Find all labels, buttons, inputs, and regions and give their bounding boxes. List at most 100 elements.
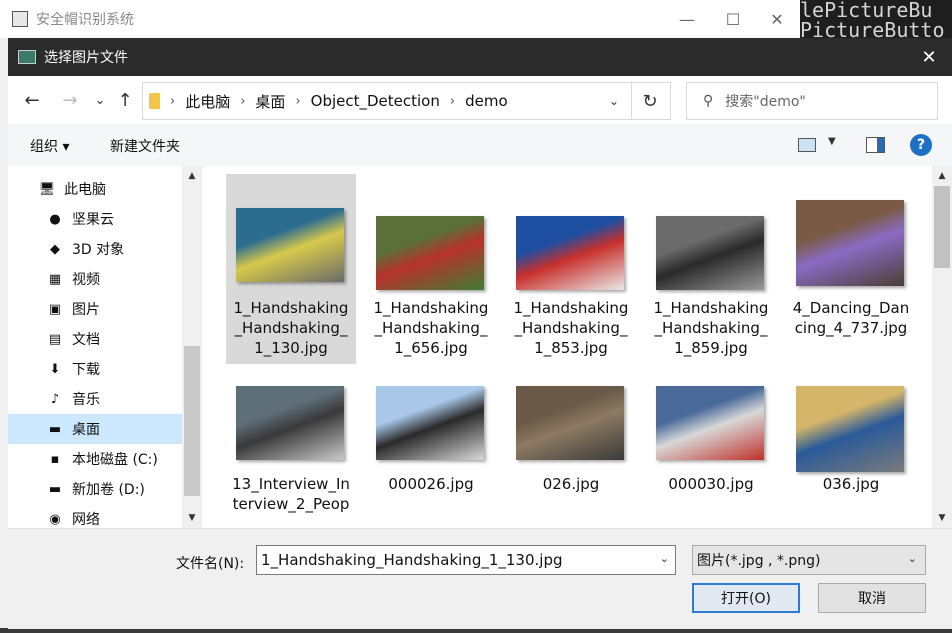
background-close-button[interactable]: ✕	[754, 0, 800, 38]
nav-item[interactable]: ♪ 音乐	[8, 384, 182, 414]
scrollbar-thumb[interactable]	[184, 346, 200, 496]
filename-dropdown-chevron-icon[interactable]: ⌄	[660, 552, 669, 565]
nav-item[interactable]: ▣ 图片	[8, 294, 182, 324]
file-tile[interactable]: 1_Handshaking _Handshaking_ 1_656.jpg	[366, 174, 496, 364]
search-placeholder: 搜索"demo"	[725, 94, 806, 110]
nav-item[interactable]: 🖥 此电脑	[8, 174, 182, 204]
file-tile[interactable]: 036.jpg	[786, 362, 916, 528]
file-list-scrollbar[interactable]: ▲ ▼	[932, 166, 952, 528]
file-tile[interactable]: 1_Handshaking _Handshaking_ 1_859.jpg	[646, 174, 776, 364]
filetype-dropdown-chevron-icon[interactable]: ⌄	[908, 552, 917, 565]
file-tile[interactable]: 000030.jpg	[646, 362, 776, 528]
dialog-titlebar: 选择图片文件 ✕	[8, 38, 952, 76]
network-icon: ◉	[49, 511, 61, 527]
nav-item[interactable]: ▤ 文档	[8, 324, 182, 354]
recent-locations-chevron-icon[interactable]: ⌄	[92, 88, 108, 112]
up-arrow-icon[interactable]: ↑	[114, 88, 136, 112]
new-folder-button[interactable]: 新建文件夹	[110, 136, 180, 156]
nav-item-label: 坚果云	[72, 212, 114, 228]
navigation-scrollbar[interactable]: ▲ ▼	[182, 166, 202, 528]
nav-item-label: 下载	[72, 362, 100, 378]
scroll-down-arrow-icon[interactable]: ▼	[182, 510, 202, 526]
nav-item[interactable]: ▪ 本地磁盘 (C:)	[8, 444, 182, 474]
address-row: ← → ⌄ ↑ › 此电脑 › 桌面 › Object_Detection › …	[8, 76, 952, 124]
image-thumbnail	[796, 200, 904, 286]
file-name-label: 000026.jpg	[366, 474, 496, 494]
refresh-icon[interactable]: ↻	[630, 82, 671, 120]
file-open-dialog: 选择图片文件 ✕ ← → ⌄ ↑ › 此电脑 › 桌面 › Object_Det…	[8, 38, 952, 629]
nav-item[interactable]: ▬ 新加卷 (D:)	[8, 474, 182, 504]
search-input[interactable]: ⚲ 搜索"demo"	[686, 82, 938, 120]
organize-menu-button[interactable]: 组织 ▾	[30, 136, 69, 156]
nav-item[interactable]: ▬ 桌面	[8, 414, 182, 444]
file-name-label: 4_Dancing_Dan cing_4_737.jpg	[786, 298, 916, 338]
app-icon	[12, 11, 28, 27]
file-name-line: cing_4_737.jpg	[794, 319, 908, 337]
file-tile[interactable]: 1_Handshaking _Handshaking_ 1_130.jpg	[226, 174, 356, 364]
scroll-up-arrow-icon[interactable]: ▲	[932, 168, 952, 184]
file-name-line: 026.jpg	[542, 475, 600, 493]
back-arrow-icon[interactable]: ←	[20, 88, 44, 112]
dialog-app-icon	[18, 50, 36, 64]
command-toolbar: 组织 ▾ 新建文件夹 ▼ ?	[8, 124, 952, 167]
file-tile[interactable]: 000026.jpg	[366, 362, 496, 528]
nav-item[interactable]: ● 坚果云	[8, 204, 182, 234]
code-line: PictureButto	[800, 18, 945, 40]
file-name-label: 1_Handshaking _Handshaking_ 1_859.jpg	[646, 298, 776, 358]
breadcrumb-this-pc[interactable]: 此电脑	[185, 91, 230, 112]
nut-cloud-icon: ●	[49, 211, 61, 227]
dialog-close-button[interactable]: ✕	[906, 38, 952, 76]
preview-pane-icon[interactable]	[866, 137, 885, 153]
open-button[interactable]: 打开(O)	[692, 583, 800, 613]
address-bar[interactable]: › 此电脑 › 桌面 › Object_Detection › demo ⌄	[142, 82, 632, 120]
file-tile[interactable]: 1_Handshaking _Handshaking_ 1_853.jpg	[506, 174, 636, 364]
file-name-line: 1_Handshaking	[373, 299, 489, 317]
cancel-button[interactable]: 取消	[818, 583, 926, 613]
image-thumbnail	[236, 208, 344, 282]
view-options-caret-icon[interactable]: ▼	[828, 136, 836, 147]
nav-item-label: 桌面	[72, 422, 100, 438]
file-name-line: 13_Interview_In	[232, 475, 350, 493]
nav-item-label: 新加卷 (D:)	[72, 482, 145, 498]
file-name-line: 000026.jpg	[388, 475, 474, 493]
file-tile[interactable]: 026.jpg	[506, 362, 636, 528]
background-edge	[0, 38, 8, 633]
dialog-title: 选择图片文件	[44, 50, 128, 66]
file-name-line: 1_Handshaking	[513, 299, 629, 317]
help-icon[interactable]: ?	[910, 134, 932, 156]
minimize-button[interactable]: —	[664, 0, 710, 38]
scroll-up-arrow-icon[interactable]: ▲	[182, 168, 202, 184]
breadcrumb-object-detection[interactable]: Object_Detection	[311, 92, 440, 110]
filetype-select[interactable]: 图片(*.jpg , *.png) ⌄	[692, 545, 926, 575]
file-name-label: 1_Handshaking _Handshaking_ 1_130.jpg	[226, 298, 356, 358]
forward-arrow-icon[interactable]: →	[58, 88, 82, 112]
breadcrumb-demo[interactable]: demo	[465, 92, 508, 110]
scroll-down-arrow-icon[interactable]: ▼	[932, 510, 952, 526]
file-name-label: 1_Handshaking _Handshaking_ 1_656.jpg	[366, 298, 496, 358]
nav-item-label: 文档	[72, 332, 100, 348]
file-tile[interactable]: 4_Dancing_Dan cing_4_737.jpg	[786, 174, 916, 364]
nav-item[interactable]: ◆ 3D 对象	[8, 234, 182, 264]
file-tile[interactable]: 13_Interview_In terview_2_Peop	[226, 362, 356, 528]
drive-icon: ▬	[48, 481, 62, 497]
folder-icon	[149, 93, 160, 109]
maximize-button[interactable]: ☐	[710, 0, 756, 38]
file-name-line: 036.jpg	[822, 475, 880, 493]
file-name-line: 4_Dancing_Dan	[792, 299, 910, 317]
film-icon: ▦	[48, 271, 62, 287]
nav-item-label: 视频	[72, 272, 100, 288]
filename-input[interactable]: 1_Handshaking_Handshaking_1_130.jpg ⌄	[256, 545, 676, 575]
file-name-line: 1_656.jpg	[394, 339, 468, 357]
breadcrumb-desktop[interactable]: 桌面	[255, 91, 285, 112]
nav-item[interactable]: ⬇ 下载	[8, 354, 182, 384]
computer-icon: 🖥	[38, 181, 56, 197]
nav-item[interactable]: ▦ 视频	[8, 264, 182, 294]
address-dropdown-chevron-icon[interactable]: ⌄	[597, 83, 631, 119]
file-name-line: 1_130.jpg	[254, 339, 328, 357]
nav-item-label: 网络	[72, 512, 100, 528]
change-view-icon[interactable]	[798, 138, 816, 152]
nav-item[interactable]: ◉ 网络	[8, 504, 182, 529]
document-icon: ▤	[48, 331, 62, 347]
cube-icon: ◆	[50, 241, 60, 257]
scrollbar-thumb[interactable]	[934, 186, 950, 268]
